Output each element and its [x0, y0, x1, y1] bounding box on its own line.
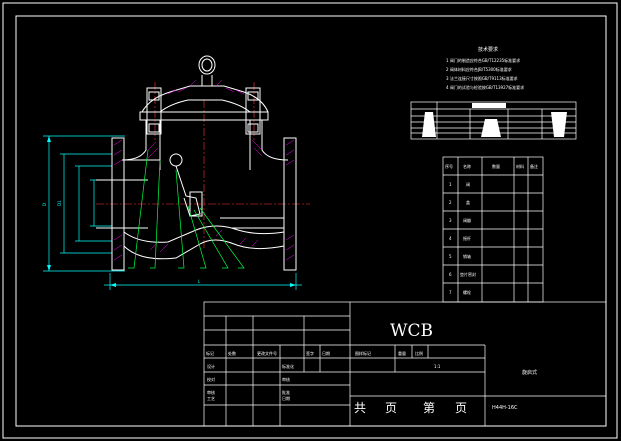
tech-requirements-title: 技术要求 [478, 46, 498, 53]
tb-role: 校对 [207, 376, 215, 382]
tb-role: 设计 [207, 363, 215, 369]
drawing-number: H44H-16C [492, 405, 518, 411]
sheet-count: 共 页 第 页 [354, 401, 467, 415]
parts-list-grid [442, 156, 544, 303]
tech-requirement-item: 3 法兰连接尺寸按照GB/T9113标准要求 [446, 75, 518, 81]
valve-drawing: 技术要求 1 阀门的制造应符合GB/T12235标准要求 2 阀体材料应符合JB… [2, 2, 618, 439]
parts-header: 序号 [445, 163, 453, 169]
tech-requirement-item: 2 阀体材料应符合JB/T5300标准要求 [446, 66, 512, 72]
parts-list-headers: 序号 名称 数量 材料 备注 [445, 163, 538, 169]
tech-requirement-item: 4 阀门的试验与检验按GB/T13927标准要求 [446, 84, 524, 90]
tb-header-cell: 签字 [306, 350, 314, 356]
dimension-arrows [47, 136, 296, 287]
title-block-header: 标记 处数 更改文件号 签字 日期 图样标记 重量 比例 [206, 350, 423, 356]
part-name: 销轴 [463, 253, 471, 259]
tech-requirement-item: 1 阀门的制造应符合GB/T12235标准要求 [446, 57, 520, 63]
params-table-fill [422, 103, 567, 137]
sheet-text: 第 [423, 401, 435, 415]
tb-role: 审核 [207, 389, 215, 395]
scale-value: 1:1 [434, 364, 441, 369]
tb-header-cell: 图样标记 [355, 350, 371, 356]
part-no: 7 [449, 290, 452, 295]
tb-label: 标准化 [282, 363, 294, 369]
parts-header: 数量 [492, 163, 500, 169]
tb-label: 批准 [282, 389, 290, 395]
tech-requirements: 技术要求 1 阀门的制造应符合GB/T12235标准要求 2 阀体材料应符合JB… [446, 46, 524, 90]
part-no: 4 [449, 236, 452, 241]
tb-header-cell: 日期 [322, 350, 330, 356]
dimension-label-inner: D1 [57, 200, 62, 206]
sheet-text: 共 [354, 401, 366, 415]
drawing-name: 旋启式 [522, 369, 537, 376]
leader-lines [128, 149, 245, 269]
part-no: 1 [449, 182, 452, 187]
part-name: 盖 [466, 199, 470, 205]
part-name: 螺栓 [463, 289, 471, 295]
part-name: 垫片密封 [460, 271, 476, 277]
title-block-rows: 设计 标准化 校对 审核 审核 批准 工艺 日期 [207, 363, 294, 401]
tb-header-cell: 比例 [415, 350, 423, 356]
part-name: 摇杆 [463, 235, 471, 241]
tb-label: 日期 [282, 395, 290, 401]
part-no: 5 [449, 254, 452, 259]
part-no: 2 [449, 200, 452, 205]
tb-role: 工艺 [207, 396, 215, 401]
parts-header: 材料 [516, 163, 524, 169]
dimension-label-outer: D [42, 203, 47, 206]
part-name: 阀瓣 [463, 217, 471, 223]
tb-header-cell: 更改文件号 [257, 350, 277, 356]
tb-label: 审核 [282, 376, 290, 382]
dimension-label-bottom: L [198, 279, 201, 284]
tb-header-cell: 标记 [206, 350, 214, 356]
parts-header: 名称 [463, 163, 471, 169]
part-name: 阀 [466, 181, 470, 187]
part-no: 3 [449, 218, 452, 223]
params-table-title: 性能规范 [482, 102, 498, 108]
part-no: 6 [449, 272, 452, 277]
parts-header: 备注 [530, 163, 538, 169]
sheet-text: 页 [455, 401, 467, 415]
parts-list-rows: 1 阀 2 盖 3 阀瓣 4 摇杆 5 销轴 6 垫片密封 7 螺栓 [449, 181, 476, 295]
tb-header-cell: 重量 [398, 350, 406, 356]
tb-header-cell: 处数 [228, 350, 236, 356]
material-label: WCB [390, 321, 433, 341]
sheet-text: 页 [385, 401, 397, 415]
dimension-lines [43, 135, 302, 290]
valve-body [96, 55, 297, 271]
